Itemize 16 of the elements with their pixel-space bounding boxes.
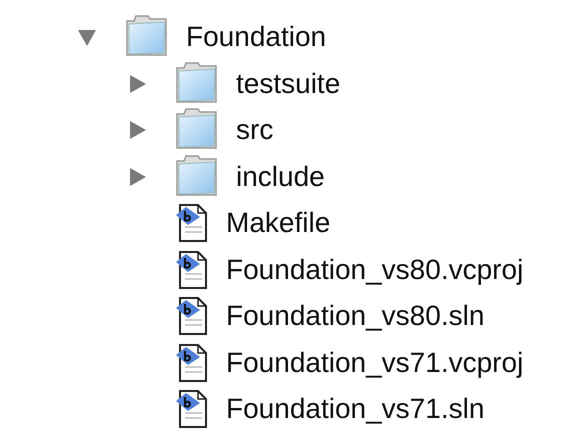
document-icon: [174, 250, 210, 290]
folder-name[interactable]: src: [236, 114, 274, 146]
file-name[interactable]: Foundation_vs80.sln: [226, 300, 484, 332]
document-icon: [174, 342, 210, 383]
folder-name[interactable]: testsuite: [236, 68, 340, 100]
file-name[interactable]: Foundation_vs71.vcproj: [226, 346, 524, 379]
document-icon: [174, 296, 210, 336]
file-name[interactable]: Foundation_vs71.sln: [226, 393, 484, 426]
file-name[interactable]: Foundation_vs80.vcproj: [226, 254, 524, 286]
document-icon: [174, 389, 210, 430]
folder-icon: [174, 154, 220, 199]
document-icon: [174, 203, 210, 244]
file-name[interactable]: Makefile: [226, 207, 330, 240]
folder-icon: [174, 62, 220, 106]
folder-name[interactable]: Foundation: [186, 21, 326, 54]
folder-name[interactable]: include: [236, 160, 325, 193]
